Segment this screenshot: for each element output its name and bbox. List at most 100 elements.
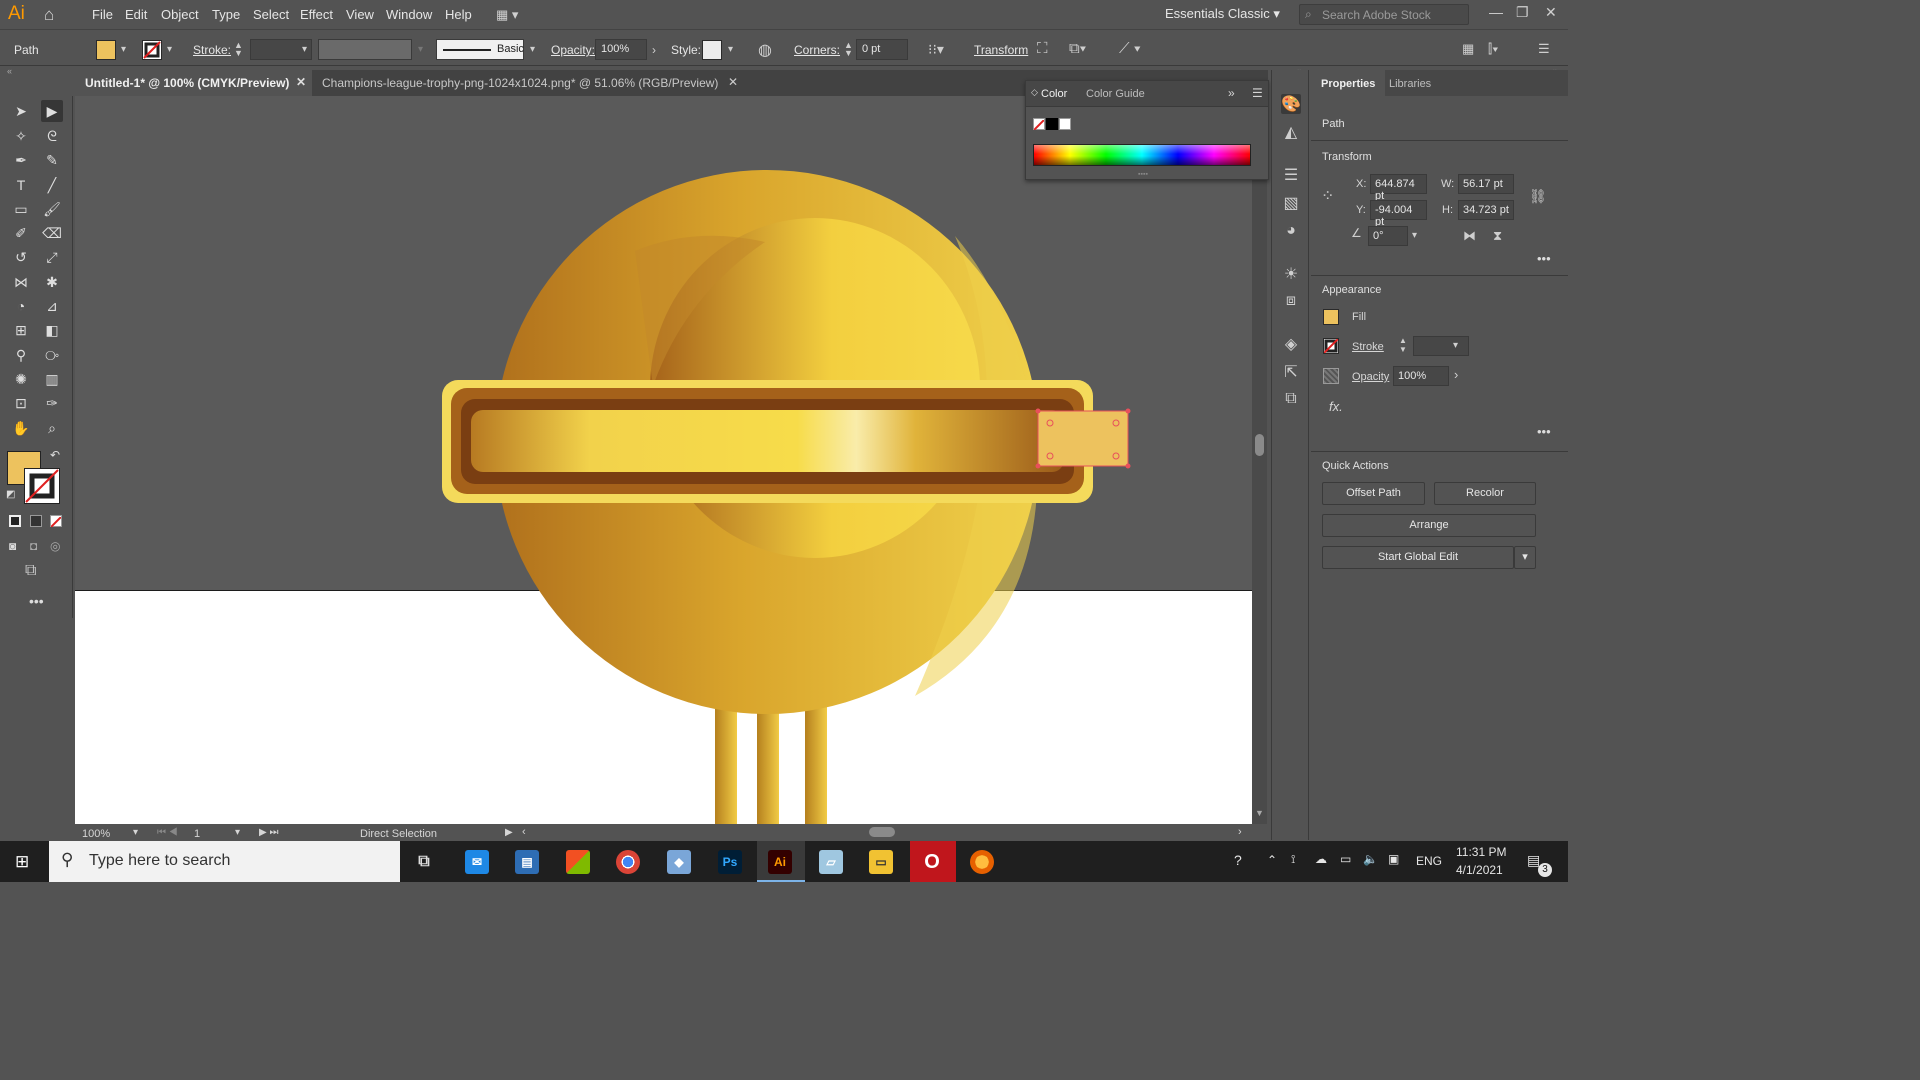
workspace-switcher[interactable]: Essentials Classic ▾ [1165,6,1280,22]
more-options-icon[interactable]: ••• [1537,424,1551,439]
color-mode-icon[interactable] [9,515,21,527]
chevron-down-icon[interactable]: ▾ [1453,340,1458,351]
menu-help[interactable]: Help [445,7,472,22]
edit-toolbar-icon[interactable]: ••• [29,593,44,609]
symbol-sprayer-tool-icon[interactable]: ✺ [10,368,32,390]
direct-selection-tool-icon[interactable]: ▶ [41,100,63,122]
minimize-icon[interactable]: — [1489,4,1503,20]
clock-date[interactable]: 4/1/2021 [1456,863,1503,877]
align-to-icon[interactable]: ⁝⁝▾ [928,41,944,58]
scroll-down-icon[interactable]: ▼ [1255,808,1264,818]
transparency-panel-icon[interactable]: ◕ [1281,222,1301,242]
opacity-label[interactable]: Opacity: [551,43,595,57]
slice-tool-icon[interactable]: ✑ [41,392,63,414]
tab-properties[interactable]: Properties [1311,70,1386,96]
graphic-styles-icon[interactable]: ⧈ [1281,292,1301,312]
cloud-icon[interactable]: ☁ [1315,852,1327,866]
fill-swatch[interactable] [96,40,116,60]
stroke-stepper-icon[interactable]: ▲ ▼ [234,41,243,58]
offset-path-button[interactable]: Offset Path [1322,482,1425,505]
anchor-point[interactable] [1125,408,1131,414]
menu-object[interactable]: Object [161,7,199,22]
stroke-label[interactable]: Stroke: [193,43,231,57]
scale-tool-icon[interactable]: ⤢ [41,246,63,268]
mail-icon[interactable]: ✉ [465,850,489,874]
export-panel-icon[interactable]: ⇱ [1281,362,1301,382]
help-icon[interactable]: ? [1234,852,1242,868]
shaper-tool-icon[interactable]: ✐ [10,222,32,244]
store-icon[interactable] [566,850,590,874]
draw-behind-icon[interactable]: ◘ [30,539,37,553]
file-explorer-icon[interactable]: ▭ [869,850,893,874]
hand-tool-icon[interactable]: ✋ [10,417,32,439]
selection-tool-icon[interactable]: ➤ [10,100,32,122]
status-menu-icon[interactable]: ▶ [505,827,513,838]
anchor-point[interactable] [1035,463,1041,469]
task-view-icon[interactable]: ⧉ [412,850,436,874]
stock-search-input[interactable]: ⌕ Search Adobe Stock [1299,4,1469,25]
chevron-right-icon[interactable]: › [1454,367,1458,382]
anchor-point[interactable] [1125,463,1131,469]
close-tab-icon[interactable]: ✕ [296,75,306,89]
menu-window[interactable]: Window [386,7,432,22]
arrange-button[interactable]: Arrange [1322,514,1536,537]
zoom-level[interactable]: 100% [82,828,110,840]
panel-menu-icon[interactable]: ☰ [1538,41,1550,57]
gradient-tool-icon[interactable]: ◧ [41,319,63,341]
blend-tool-icon[interactable]: ⧂ [41,344,63,366]
tab-champions-league-trophy[interactable]: Champions-league-trophy-png-1024x1024.pn… [312,70,744,96]
recolor-artwork-icon[interactable]: ◍ [758,40,772,60]
start-global-edit-button[interactable]: Start Global Edit [1322,546,1514,569]
menu-file[interactable]: File [92,7,113,22]
stroke-swatch[interactable] [142,40,162,60]
perspective-grid-tool-icon[interactable]: ⊿ [41,295,63,317]
firefox-icon[interactable] [970,850,994,874]
opacity-label[interactable]: Opacity [1352,371,1389,383]
gradient-mode-icon[interactable] [30,515,42,527]
stroke-swatch[interactable] [1323,338,1339,354]
rotate-angle-field[interactable]: 0° [1368,226,1408,246]
menu-edit[interactable]: Edit [125,7,147,22]
tab-untitled-1[interactable]: Untitled-1* @ 100% (CMYK/Preview) ✕ [75,70,312,96]
wifi-icon[interactable]: ⟟ [1291,852,1295,867]
appearance-panel-icon[interactable]: ☀ [1281,264,1301,284]
paintbrush-tool-icon[interactable]: 🖌 [41,198,63,220]
close-icon[interactable]: ✕ [1545,4,1557,21]
line-segment-tool-icon[interactable]: ╱ [41,174,63,196]
stroke-color-box[interactable] [24,468,60,504]
shape-builder-tool-icon[interactable]: ◔ [10,295,32,317]
menu-view[interactable]: View [346,7,374,22]
menu-effect[interactable]: Effect [300,7,333,22]
global-edit-options-button[interactable]: ▾ [1514,546,1536,569]
zoom-tool-icon[interactable]: ⌕ [41,417,63,439]
canvas[interactable] [75,96,1252,824]
draw-normal-icon[interactable]: ◙ [9,539,16,553]
width-field[interactable]: 56.17 pt [1458,174,1514,194]
none-swatch[interactable] [1033,118,1045,131]
corners-field[interactable]: 0 pt [856,39,908,60]
restore-icon[interactable]: ❐ [1516,4,1529,21]
fx-button[interactable]: fx. [1329,399,1343,414]
color-panel-icon[interactable]: 🎨 [1281,94,1301,114]
x-field[interactable]: 644.874 pt [1370,174,1427,202]
chevron-down-icon[interactable]: ▾ [167,44,172,55]
language-indicator[interactable]: ENG [1416,854,1442,868]
horizontal-scroll-thumb[interactable] [869,827,895,837]
more-options-icon[interactable]: ••• [1537,251,1551,266]
scroll-left-icon[interactable]: ‹ [522,826,526,838]
pen-tool-icon[interactable]: ✒ [10,149,32,171]
recolor-button[interactable]: Recolor [1434,482,1536,505]
flip-horizontal-icon[interactable]: ⧓ [1463,228,1476,244]
variable-width-profile[interactable] [318,39,412,60]
shape-builder-icon[interactable]: ⧉▾ [1069,40,1086,57]
type-tool-icon[interactable]: T [10,174,32,196]
eraser-tool-icon[interactable]: ⌫ [41,222,63,244]
panel-menu-icon[interactable]: ☰ [1252,86,1263,100]
selected-path-rectangle[interactable] [1037,410,1129,467]
align-panel-icon[interactable]: ⫿▾ [1488,41,1499,57]
width-tool-icon[interactable]: ⋈ [10,271,32,293]
magic-wand-tool-icon[interactable]: ✧ [10,125,32,147]
color-spectrum[interactable] [1033,144,1251,166]
draw-inside-icon[interactable]: ◎ [50,539,60,553]
eyedropper-tool-icon[interactable]: ⚲ [10,344,32,366]
